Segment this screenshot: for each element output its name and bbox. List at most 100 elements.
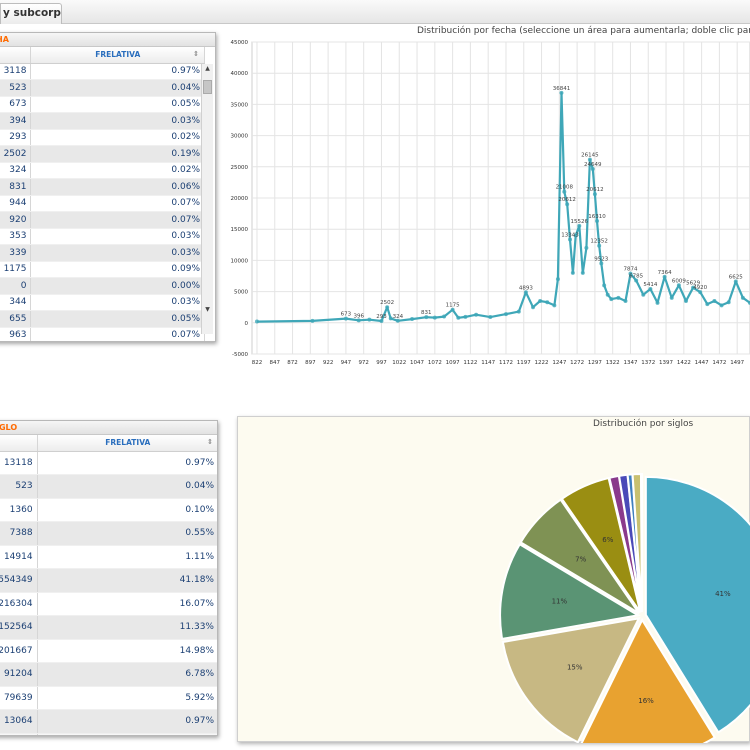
x-tick-label: 1197 xyxy=(517,360,531,366)
data-point[interactable] xyxy=(584,245,589,250)
data-label: 4920 xyxy=(693,285,707,291)
data-point[interactable] xyxy=(463,314,468,319)
table-row[interactable]: 1360 0.10% xyxy=(0,498,217,522)
data-label: 6009 xyxy=(672,278,686,284)
table-row[interactable]: 2502 0.19% xyxy=(0,145,205,163)
cell-count: 523 xyxy=(0,79,32,97)
column-header-relative[interactable]: FRELATIVA ⇕ xyxy=(37,435,217,452)
table-row[interactable]: 14914 1.11% xyxy=(0,545,217,569)
data-point[interactable] xyxy=(726,300,731,305)
data-point[interactable] xyxy=(545,300,550,305)
line-chart-svg[interactable]: -5000 0 5000 10000 15000 20000 25000 30000 35000… xyxy=(222,24,750,374)
column-header-count[interactable] xyxy=(0,47,32,64)
data-point[interactable] xyxy=(442,314,447,319)
y-tick-label: 20000 xyxy=(231,196,249,202)
data-point[interactable] xyxy=(488,315,493,320)
cell-relative: 0.07% xyxy=(30,195,205,212)
cell-count: 1360 xyxy=(0,498,38,522)
pie-slice[interactable] xyxy=(640,472,643,613)
table-scrollbar[interactable]: ▲ ▼ xyxy=(201,64,213,334)
data-point[interactable] xyxy=(410,317,415,322)
table-row[interactable]: 523 0.04% xyxy=(0,79,205,97)
cell-relative: 1.11% xyxy=(37,545,217,569)
data-point[interactable] xyxy=(310,318,315,323)
data-point[interactable] xyxy=(474,312,479,317)
data-point[interactable] xyxy=(531,305,536,310)
table-row[interactable]: 523 0.04% xyxy=(0,474,217,499)
x-tick-label: 972 xyxy=(358,360,369,366)
tab-subcorpus[interactable]: y subcorpus xyxy=(0,3,62,24)
data-point[interactable] xyxy=(538,298,543,303)
table-row[interactable]: 554349 41.18% xyxy=(0,568,217,593)
x-tick-label: 1447 xyxy=(695,360,709,366)
sort-icon[interactable]: ⇕ xyxy=(207,438,213,446)
data-label: 36841 xyxy=(553,86,571,92)
x-tick-label: 1297 xyxy=(588,360,602,366)
data-point[interactable] xyxy=(683,298,688,303)
table-row[interactable]: 7388 0.55% xyxy=(0,521,217,546)
date-chart[interactable]: Distribución por fecha (seleccione un ár… xyxy=(222,24,750,374)
table-row[interactable]: 920 0.07% xyxy=(0,211,205,229)
table-row[interactable]: 963 0.07% xyxy=(0,327,205,341)
table-row[interactable]: 13064 0.97% xyxy=(0,709,217,734)
data-point[interactable] xyxy=(740,295,745,300)
sort-icon[interactable]: ⇕ xyxy=(193,50,199,58)
table-row[interactable]: 324 0.02% xyxy=(0,162,205,179)
scroll-up-icon[interactable]: ▲ xyxy=(202,65,213,72)
data-point[interactable] xyxy=(669,295,674,300)
data-point[interactable] xyxy=(432,315,437,320)
data-point[interactable] xyxy=(605,292,610,297)
data-point[interactable] xyxy=(655,300,660,305)
data-point[interactable] xyxy=(602,283,607,288)
data-point[interactable] xyxy=(570,270,575,275)
table-row[interactable]: 353 0.03% xyxy=(0,228,205,245)
pie-chart-svg[interactable]: 41% 16% 15% 11% 7% 6% xyxy=(238,417,750,750)
data-point[interactable] xyxy=(456,315,461,320)
table-row[interactable]: 201667 14.98% xyxy=(0,639,217,663)
data-point[interactable] xyxy=(367,317,372,322)
slice-label: 6% xyxy=(602,536,613,544)
column-header-relative[interactable]: FRELATIVA ⇕ xyxy=(30,47,205,64)
table-row[interactable]: 673 0.05% xyxy=(0,96,205,113)
scroll-thumb[interactable] xyxy=(203,80,212,94)
cell-count: 201667 xyxy=(0,639,38,663)
table-row[interactable]: 944 0.07% xyxy=(0,195,205,212)
table-row[interactable]: 79639 5.92% xyxy=(0,686,217,710)
column-header-count[interactable] xyxy=(0,435,38,452)
scroll-down-icon[interactable]: ▼ xyxy=(202,306,213,313)
table-row[interactable]: 339 0.03% xyxy=(0,244,205,262)
table-row[interactable]: 293 0.02% xyxy=(0,129,205,146)
x-tick-label: 922 xyxy=(323,360,334,366)
century-chart[interactable]: Distribución por siglos 41% 16% 15% 11% 7% 6% xyxy=(237,416,750,750)
data-point[interactable] xyxy=(555,277,560,282)
table-row[interactable]: 394 0.03% xyxy=(0,112,205,130)
data-point[interactable] xyxy=(623,298,628,303)
data-point[interactable] xyxy=(254,319,259,324)
table-row[interactable]: 1175 0.09% xyxy=(0,261,205,278)
data-point[interactable] xyxy=(705,302,710,307)
table-row[interactable]: 0 0.00% xyxy=(0,277,205,295)
data-point[interactable] xyxy=(516,309,521,314)
data-point[interactable] xyxy=(609,297,614,302)
data-point[interactable] xyxy=(641,292,646,297)
cell-count: 79639 xyxy=(0,686,38,710)
cell-count: 831 xyxy=(0,178,32,196)
table-row[interactable]: 91204 6.78% xyxy=(0,662,217,687)
data-point[interactable] xyxy=(719,303,724,308)
data-point[interactable] xyxy=(616,295,621,300)
data-point[interactable] xyxy=(580,270,585,275)
table-row[interactable]: 831 0.06% xyxy=(0,178,205,196)
data-point[interactable] xyxy=(712,298,717,303)
table-row[interactable]: 3118 0.97% xyxy=(0,63,205,80)
table-row[interactable]: 152564 11.33% xyxy=(0,615,217,640)
cell-relative: 0.07% xyxy=(30,327,205,341)
table-row[interactable]: 216304 16.07% xyxy=(0,592,217,616)
table-row[interactable]: 655 0.05% xyxy=(0,310,205,328)
data-point[interactable] xyxy=(503,312,508,317)
table-row[interactable]: 344 0.03% xyxy=(0,294,205,311)
data-label: 12352 xyxy=(590,239,608,245)
cell-relative: 0.04% xyxy=(30,79,205,97)
cell-count: 394 xyxy=(0,112,32,130)
table-row[interactable]: 13118 0.97% xyxy=(0,451,217,475)
data-point[interactable] xyxy=(552,303,557,308)
